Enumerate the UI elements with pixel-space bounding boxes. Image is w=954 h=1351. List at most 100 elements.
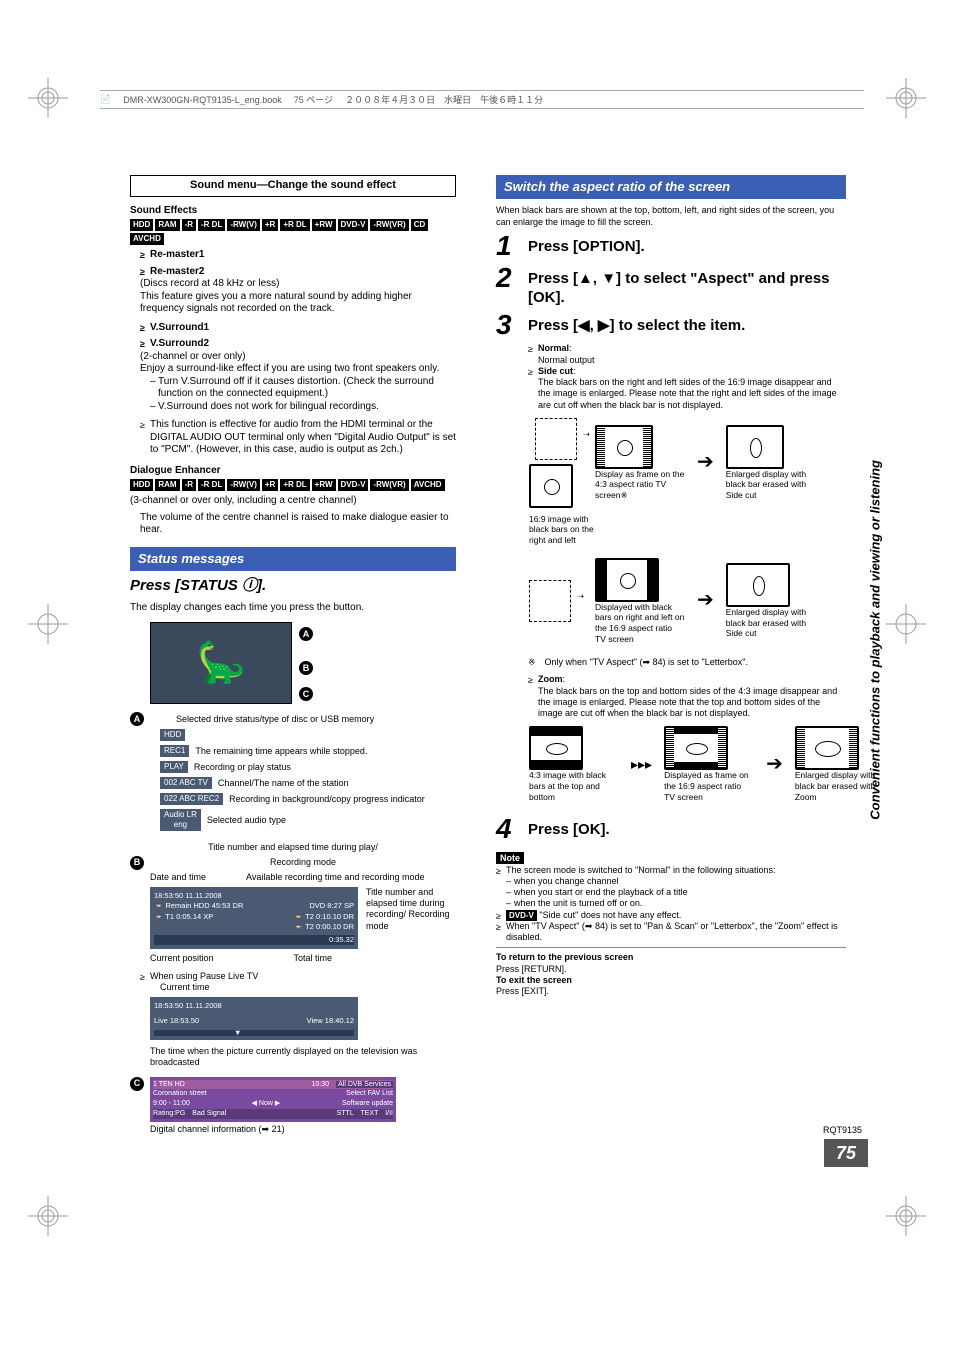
osd-rec1: REC1 (160, 745, 189, 757)
label-a1: Selected drive status/type of disc or US… (176, 714, 374, 725)
exit-text: Press [EXIT]. (496, 986, 846, 997)
dialogue-heading: Dialogue Enhancer (130, 465, 456, 478)
vsurround-note: (2-channel or over only) (140, 351, 456, 364)
caption-eside2: Enlarged display with black bar erased w… (726, 607, 816, 639)
zoom-text: The black bars on the top and bottom sid… (528, 686, 846, 720)
osd-datetime: 18:53:50 11.11.2008 (154, 891, 354, 902)
caption-d169black: Displayed with black bars on right and l… (595, 602, 685, 645)
format-tag: AVCHD (130, 233, 164, 245)
label-a3: Recording or play status (194, 762, 291, 773)
format-tag: -R DL (198, 479, 225, 491)
vsurround-desc: Enjoy a surround-like effect if you are … (140, 363, 456, 376)
remaster-desc: This feature gives you a more natural so… (140, 291, 456, 316)
crop-mark-icon (28, 78, 68, 123)
format-tag: -RW(VR) (370, 219, 408, 231)
format-tag: RAM (155, 219, 179, 231)
caption-c169: 16:9 image with black bars on the right … (529, 514, 599, 546)
left-column: Sound menu—Change the sound effect Sound… (130, 175, 456, 1135)
sound-menu-title: Sound menu—Change the sound effect (130, 175, 456, 197)
total-time-label: Total time (294, 953, 333, 964)
format-tags-b: HDD RAM -R -R DL -RW(V) +R +R DL +RW DVD… (130, 479, 456, 491)
screen-preview: 🦕 A B C (150, 622, 292, 704)
osd-hdd: HDD (160, 729, 185, 741)
aspect-intro: When black bars are shown at the top, bo… (496, 205, 846, 228)
marker-b-icon: B (130, 856, 144, 870)
osd-panel-pause: 18:53:50 11.11.2008 Live 18:53.50View 18… (150, 997, 358, 1040)
step-2-text: Press [▲, ▼] to select "Aspect" and pres… (528, 264, 846, 308)
file-name: DMR-XW300GN-RQT9135-L_eng.book (123, 95, 282, 105)
dvdv-tag: DVD-V (506, 910, 537, 921)
zoom-heading: Zoom (538, 674, 563, 684)
broadcast-note: The time when the picture currently disp… (150, 1046, 456, 1069)
crop-mark-icon (28, 604, 68, 649)
step-1-text: Press [OPTION]. (528, 232, 645, 257)
page-number: 75 (824, 1139, 868, 1167)
format-tag: AVCHD (411, 479, 445, 491)
caption-c43: 4:3 image with black bars at the top and… (529, 770, 619, 802)
caption-d43: Display as frame on the 4:3 aspect ratio… (595, 469, 685, 501)
dialogue-note1: (3-channel or over only, including a cen… (130, 495, 456, 508)
crop-mark-icon (886, 78, 926, 123)
sound-effects-heading: Sound Effects (130, 205, 456, 218)
format-tag: +RW (312, 479, 336, 491)
format-tag: -R (182, 219, 196, 231)
dinosaur-icon: 🦕 (196, 638, 246, 688)
press-status: Press [STATUS ⓘ]. (130, 577, 456, 596)
note2a: "Side cut" does not have any effect. (539, 910, 681, 920)
aspect-ratio-bar: Switch the aspect ratio of the screen (496, 175, 846, 199)
note1a: when you change channel (496, 876, 846, 887)
arrow-icon: ▸▸▸ (631, 756, 652, 774)
file-header: 📄 DMR-XW300GN-RQT9135-L_eng.book 75 ページ … (100, 90, 864, 109)
label-a6: Selected audio type (207, 815, 286, 826)
step-3-text: Press [◀, ▶] to select the item. (528, 311, 745, 336)
aspect-footnote: ※ Only when "TV Aspect" (➡ 84) is set to… (528, 657, 846, 668)
dialogue-note2: The volume of the centre channel is rais… (130, 512, 456, 537)
remaster-note: (Discs record at 48 kHz or less) (140, 278, 456, 291)
channel-info-panel: 1 TEN HD10:30 All DVB Services Coronatio… (150, 1077, 396, 1122)
caption-d169f: Displayed as frame on the 16:9 aspect ra… (664, 770, 754, 802)
osd-play: PLAY (160, 761, 188, 773)
osd-panel-b: 18:53:50 11.11.2008 📼 Remain HDD 45:53 D… (150, 887, 358, 950)
current-time-label: Current time (160, 982, 456, 993)
note1: The screen mode is switched to "Normal" … (496, 865, 846, 876)
marker-a-icon: A (299, 627, 313, 641)
normal-heading: Normal (538, 343, 569, 353)
crop-mark-icon (28, 1196, 68, 1241)
marker-a-icon: A (130, 712, 144, 726)
format-tag: +RW (312, 219, 336, 231)
format-tag: -R (182, 479, 196, 491)
digital-channel-info: Digital channel information (➡ 21) (150, 1124, 456, 1135)
osd-audio: Audio LR eng (160, 809, 201, 831)
b-intro1: Title number and elapsed time during pla… (130, 842, 456, 853)
normal-text: Normal output (528, 355, 846, 366)
osd-channel: 002 ABC TV (160, 777, 212, 789)
arrow-icon: ➔ (766, 752, 783, 777)
format-tag: +R (262, 479, 278, 491)
osd-rec2: 022 ABC REC2 (160, 793, 223, 805)
remaster2: Re-master2 (140, 266, 456, 279)
step-3-number: 3 (496, 311, 520, 339)
step-4-text: Press [OK]. (528, 815, 610, 840)
vsurround-sub1: Turn V.Surround off if it causes distort… (140, 376, 456, 401)
file-date: ２００８年４月３０日 水曜日 午後６時１１分 (345, 93, 543, 106)
format-tag: CD (411, 219, 429, 231)
hdmi-note: This function is effective for audio fro… (140, 419, 456, 457)
format-tag: HDD (130, 219, 153, 231)
b-avail-label: Available recording time and recording m… (246, 872, 424, 883)
format-tag: HDD (130, 479, 153, 491)
crop-mark-icon (886, 1196, 926, 1241)
b-dt-label: Date and time (150, 872, 206, 883)
note1b: when you start or end the playback of a … (496, 887, 846, 898)
vsurround2: V.Surround2 (140, 338, 456, 351)
exit-heading: To exit the screen (496, 975, 572, 985)
note1c: when the unit is turned off or on. (496, 898, 846, 909)
label-a2: The remaining time appears while stopped… (195, 746, 367, 757)
step-2-number: 2 (496, 264, 520, 292)
marker-c-icon: C (299, 687, 313, 701)
format-tag: -RW(V) (227, 479, 260, 491)
return-heading: To return to the previous screen (496, 952, 633, 962)
format-tag: RAM (155, 479, 179, 491)
label-a4: Channel/The name of the station (218, 778, 349, 789)
rqt-code: RQT9135 (823, 1125, 862, 1135)
arrow-icon: ➔ (697, 588, 714, 613)
